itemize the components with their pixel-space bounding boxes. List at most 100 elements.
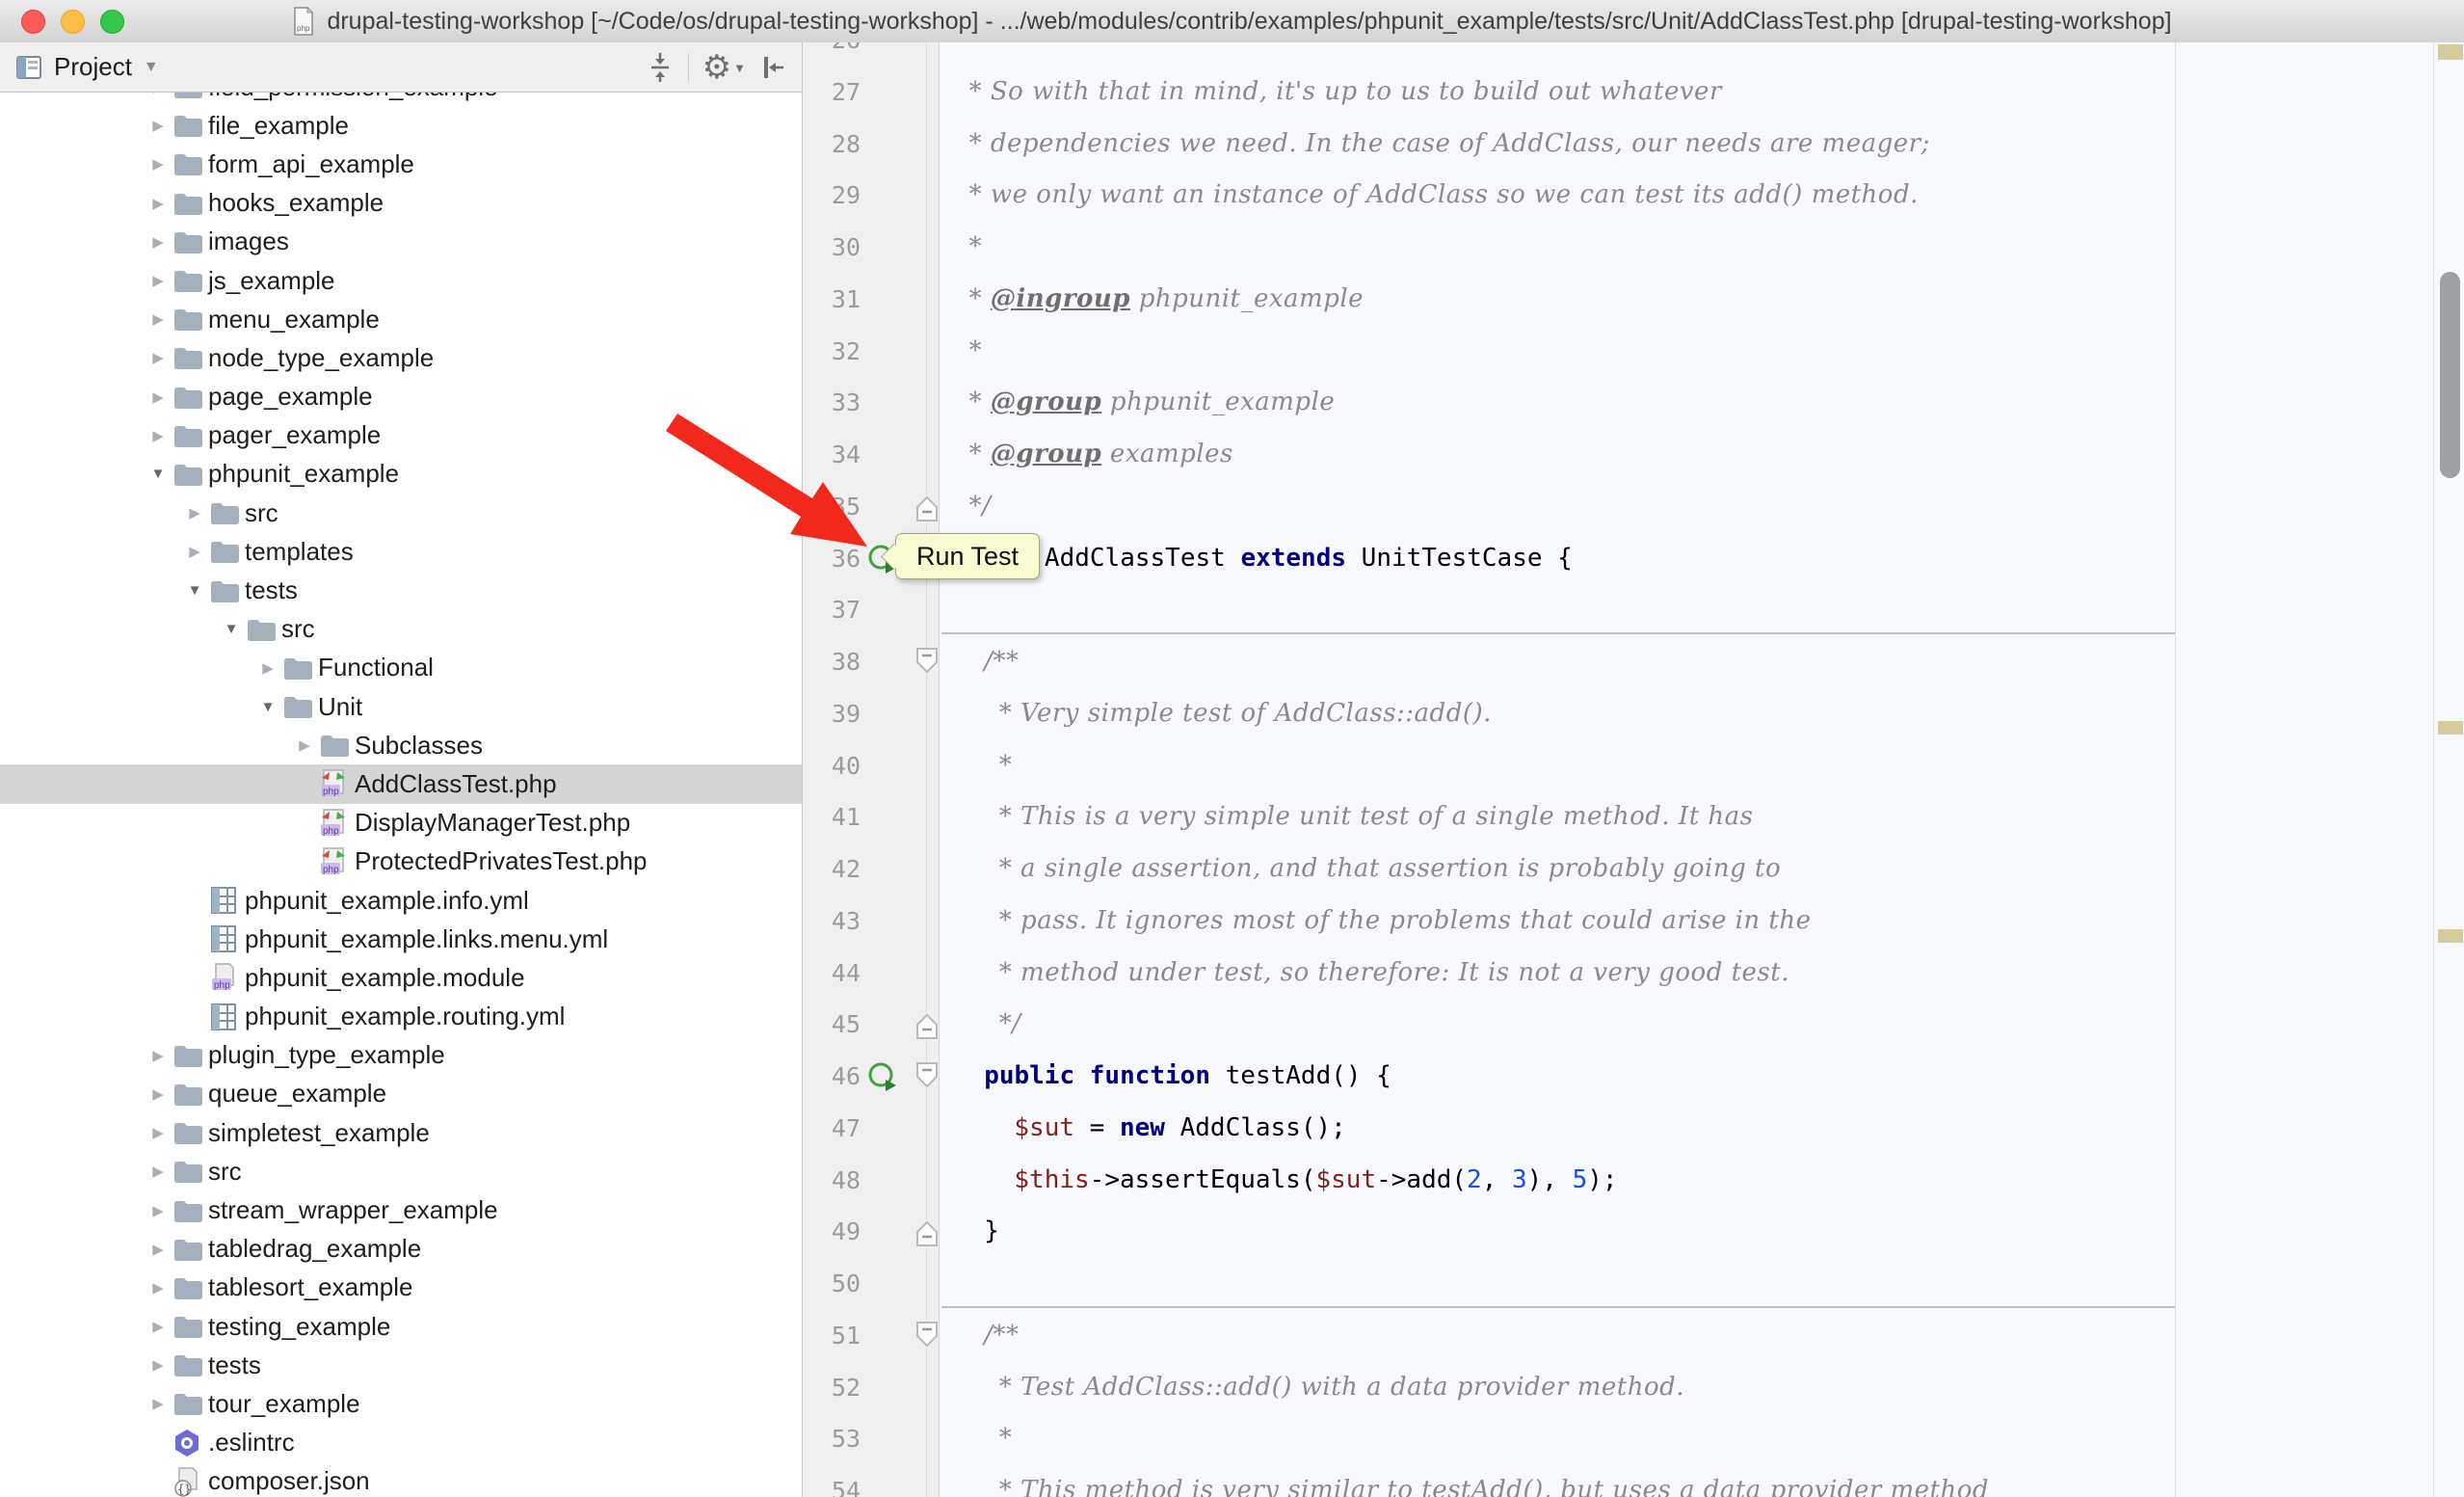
chevron-right-icon[interactable]: ▶: [145, 233, 172, 251]
fold-marker-collapse-icon[interactable]: [914, 646, 940, 679]
code-line[interactable]: 43* pass. It ignores most of the problem…: [803, 896, 2464, 948]
line-number[interactable]: 47: [803, 1103, 861, 1155]
code-line[interactable]: 40*: [803, 740, 2464, 792]
chevron-right-icon[interactable]: ▶: [145, 1202, 172, 1219]
fold-marker-end-icon[interactable]: [914, 1216, 940, 1248]
tree-item[interactable]: ▶Subclasses: [0, 726, 802, 764]
line-number[interactable]: 31: [803, 274, 861, 326]
chevron-right-icon[interactable]: ▶: [145, 117, 172, 134]
minimize-window-icon[interactable]: [61, 10, 85, 34]
tree-item[interactable]: ▶tabledrag_example: [0, 1230, 802, 1269]
tree-item[interactable]: phpunit_example.links.menu.yml: [0, 920, 802, 958]
project-panel-title[interactable]: Project: [54, 52, 132, 82]
line-number[interactable]: 36: [803, 533, 861, 585]
chevron-right-icon[interactable]: ▶: [291, 736, 318, 754]
tree-item[interactable]: ▶menu_example: [0, 300, 802, 338]
chevron-right-icon[interactable]: ▶: [181, 543, 208, 560]
code-line[interactable]: 44* method under test, so therefore: It …: [803, 948, 2464, 1000]
chevron-down-icon[interactable]: ▼: [181, 582, 208, 599]
chevron-right-icon[interactable]: ▶: [145, 272, 172, 289]
tree-item[interactable]: ▶form_api_example: [0, 145, 802, 183]
code-line[interactable]: 27* So with that in mind, it's up to us …: [803, 67, 2464, 119]
tree-item[interactable]: ▼tests: [0, 571, 802, 609]
chevron-right-icon[interactable]: ▶: [181, 504, 208, 521]
line-number[interactable]: 39: [803, 688, 861, 740]
code-line[interactable]: 46public function testAdd() {: [803, 1051, 2464, 1103]
chevron-right-icon[interactable]: ▶: [145, 1356, 172, 1374]
code-line[interactable]: 42* a single assertion, and that asserti…: [803, 843, 2464, 896]
tree-item[interactable]: ▶src: [0, 494, 802, 532]
run-test-gutter-icon[interactable]: [866, 1060, 899, 1093]
chevron-right-icon[interactable]: ▶: [145, 1318, 172, 1335]
tree-item[interactable]: {}composer.json: [0, 1462, 802, 1497]
code-line[interactable]: 30*: [803, 222, 2464, 274]
hide-panel-icon[interactable]: [759, 53, 786, 82]
code-line[interactable]: 52* Test AddClass::add() with a data pro…: [803, 1362, 2464, 1414]
tree-item[interactable]: ▼Unit: [0, 687, 802, 726]
tree-item[interactable]: ▶js_example: [0, 261, 802, 300]
line-number[interactable]: 40: [803, 740, 861, 792]
line-number[interactable]: 46: [803, 1051, 861, 1103]
chevron-down-icon[interactable]: ▼: [254, 699, 281, 715]
fold-marker-collapse-icon[interactable]: [914, 1320, 940, 1352]
chevron-down-icon[interactable]: ▼: [145, 466, 172, 482]
tree-item[interactable]: phpProtectedPrivatesTest.php: [0, 842, 802, 881]
code-line[interactable]: 54* This method is very similar to testA…: [803, 1465, 2464, 1497]
stripe-mark[interactable]: [2438, 44, 2463, 60]
tree-item[interactable]: ▶images: [0, 223, 802, 261]
code-line[interactable]: 29* we only want an instance of AddClass…: [803, 170, 2464, 222]
tree-item[interactable]: phpunit_example.routing.yml: [0, 998, 802, 1036]
tree-item[interactable]: phpphpunit_example.module: [0, 958, 802, 997]
tree-item[interactable]: ▶field_permission_example: [0, 93, 802, 106]
chevron-right-icon[interactable]: ▶: [145, 349, 172, 366]
line-number[interactable]: 34: [803, 429, 861, 481]
line-number[interactable]: 52: [803, 1362, 861, 1414]
tree-item[interactable]: ▶templates: [0, 532, 802, 571]
tree-item[interactable]: ▶page_example: [0, 378, 802, 416]
code-line[interactable]: 39* Very simple test of AddClass::add().: [803, 688, 2464, 740]
line-number[interactable]: 45: [803, 999, 861, 1051]
code-line[interactable]: 35*/: [803, 481, 2464, 533]
close-window-icon[interactable]: [21, 10, 45, 34]
line-number[interactable]: 27: [803, 67, 861, 119]
line-number[interactable]: 42: [803, 843, 861, 896]
line-number[interactable]: 41: [803, 791, 861, 843]
chevron-right-icon[interactable]: ▶: [145, 1163, 172, 1180]
chevron-down-icon[interactable]: ▼: [218, 621, 245, 637]
tree-item[interactable]: ▶tour_example: [0, 1384, 802, 1423]
line-number[interactable]: 43: [803, 896, 861, 948]
tree-item[interactable]: ▶testing_example: [0, 1307, 802, 1346]
code-line[interactable]: 34* @group examples: [803, 429, 2464, 481]
tree-item[interactable]: ▼phpunit_example: [0, 455, 802, 494]
fold-marker-collapse-icon[interactable]: [914, 1060, 940, 1093]
tree-item[interactable]: phpunit_example.info.yml: [0, 881, 802, 920]
line-number[interactable]: 53: [803, 1413, 861, 1465]
chevron-down-icon[interactable]: ▼: [144, 59, 159, 76]
line-number[interactable]: 50: [803, 1258, 861, 1310]
chevron-right-icon[interactable]: ▶: [145, 155, 172, 173]
line-number[interactable]: 28: [803, 119, 861, 171]
chevron-right-icon[interactable]: ▶: [145, 388, 172, 406]
line-number[interactable]: 33: [803, 377, 861, 429]
scrollbar-thumb[interactable]: [2440, 272, 2460, 478]
code-line[interactable]: 33* @group phpunit_example: [803, 377, 2464, 429]
line-number[interactable]: 29: [803, 170, 861, 222]
run-test-tooltip[interactable]: Run Test: [895, 533, 1040, 579]
tree-item[interactable]: ▶stream_wrapper_example: [0, 1190, 802, 1229]
tree-item[interactable]: ▶node_type_example: [0, 338, 802, 377]
line-number[interactable]: 32: [803, 326, 861, 378]
line-number[interactable]: 49: [803, 1206, 861, 1258]
settings-gear-icon[interactable]: ⚙ ▼: [702, 51, 746, 84]
code-editor[interactable]: 2627* So with that in mind, it's up to u…: [803, 42, 2464, 1497]
chevron-right-icon[interactable]: ▶: [145, 427, 172, 444]
code-line[interactable]: 41* This is a very simple unit test of a…: [803, 791, 2464, 843]
line-number[interactable]: 26: [803, 42, 861, 67]
line-number[interactable]: 30: [803, 222, 861, 274]
chevron-right-icon[interactable]: ▶: [145, 310, 172, 328]
code-line[interactable]: 49}: [803, 1206, 2464, 1258]
code-line[interactable]: 31* @ingroup phpunit_example: [803, 274, 2464, 326]
tree-item[interactable]: ▶queue_example: [0, 1075, 802, 1113]
line-number[interactable]: 44: [803, 948, 861, 1000]
code-line[interactable]: 36class AddClassTest extends UnitTestCas…: [803, 533, 2464, 585]
code-line[interactable]: 45*/: [803, 999, 2464, 1051]
